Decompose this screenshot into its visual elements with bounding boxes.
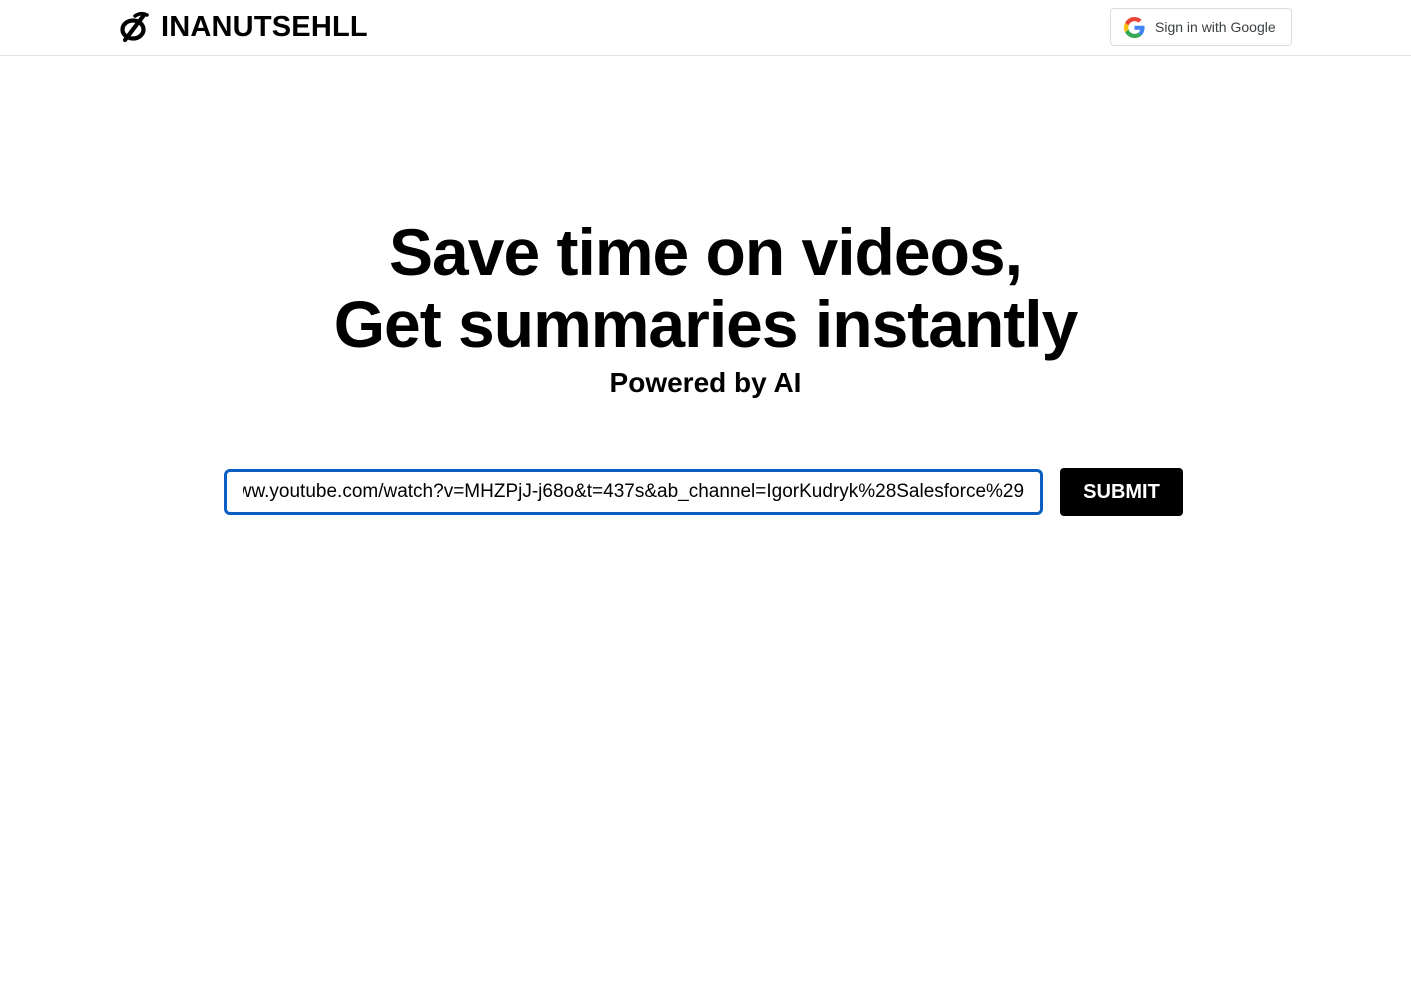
- top-header: INANUTSEHLL Sign in with Google: [0, 0, 1411, 56]
- video-url-input[interactable]: [224, 469, 1043, 515]
- nut-logo-icon: [119, 11, 149, 43]
- brand-name: INANUTSEHLL: [161, 11, 368, 43]
- headline: Save time on videos, Get summaries insta…: [0, 216, 1411, 360]
- hero-section: Save time on videos, Get summaries insta…: [0, 216, 1411, 400]
- headline-line-2: Get summaries instantly: [333, 287, 1079, 361]
- google-g-icon: [1124, 16, 1145, 38]
- brand[interactable]: INANUTSEHLL: [119, 10, 368, 44]
- submit-button[interactable]: SUBMIT: [1060, 468, 1183, 516]
- sign-in-label: Sign in with Google: [1155, 19, 1276, 35]
- sign-in-with-google-button[interactable]: Sign in with Google: [1110, 8, 1292, 46]
- subheadline: Powered by AI: [609, 367, 802, 398]
- headline-line-1: Save time on videos,: [389, 215, 1023, 289]
